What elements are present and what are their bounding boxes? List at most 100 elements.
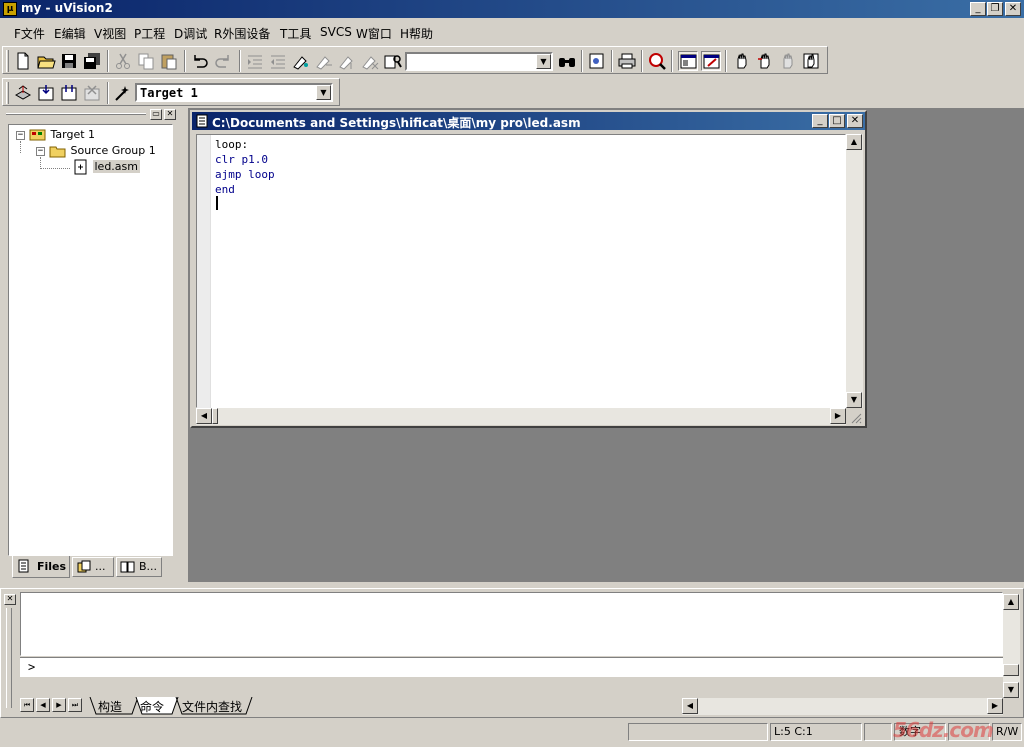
expand-toggle-group[interactable]: − [36,147,45,156]
scroll-thumb[interactable] [1003,664,1019,676]
dropdown-arrow-icon[interactable]: ▼ [536,54,551,69]
hand-button-1[interactable] [732,51,752,71]
undo-button[interactable] [190,51,210,71]
tree-target[interactable]: Target 1 [29,128,95,142]
tab-first-icon[interactable]: ⏮ [20,698,34,712]
target-options-button[interactable] [113,83,133,103]
editor-close-button[interactable]: ✕ [847,114,863,128]
build-target-button[interactable] [36,83,56,103]
output-close-icon[interactable]: ✕ [4,594,16,605]
workspace-icon [589,53,604,69]
menu-file[interactable]: F文件 [14,25,45,42]
menu-edit[interactable]: E编辑 [54,25,86,42]
cut-button[interactable] [113,51,133,71]
save-button[interactable] [59,51,79,71]
tree-source-group[interactable]: Source Group 1 [49,144,156,158]
menu-window[interactable]: W窗口 [356,25,392,42]
tab-next-icon[interactable]: ▶ [52,698,66,712]
scroll-thumb[interactable] [212,408,218,424]
manual-button[interactable] [647,51,667,71]
app-icon[interactable]: µ [3,2,17,16]
panel-grip[interactable]: ▭ ✕ [4,109,182,120]
code-editor[interactable]: loop: clr p1.0 ajmp loop end [196,134,846,409]
new-file-button[interactable] [13,51,33,71]
scroll-right-icon[interactable]: ▶ [987,698,1003,714]
scroll-down-icon[interactable]: ▼ [1003,682,1019,698]
copy-button[interactable] [136,51,156,71]
output-horizontal-scrollbar[interactable]: ◀ ▶ [682,698,1003,715]
translate-button[interactable] [13,83,33,103]
menu-svcs[interactable]: SVCS [320,25,352,39]
hand-button-4[interactable] [801,51,821,71]
bookmark-button[interactable] [291,51,311,71]
menu-debug[interactable]: D调试 [174,25,207,42]
output-window-toggle[interactable] [701,51,721,71]
stop-build-button[interactable] [82,83,102,103]
output-vertical-scrollbar[interactable]: ▲ ▼ [1003,594,1020,698]
indent-button[interactable] [245,51,265,71]
editor-title-bar[interactable]: C:\Documents and Settings\hificat\桌面\my … [192,112,865,130]
binoculars-icon [559,58,575,67]
tab-command[interactable]: 命令 [140,698,164,715]
editor-vertical-scrollbar[interactable]: ▲ ▼ [846,134,863,408]
tab-prev-icon[interactable]: ◀ [36,698,50,712]
project-window-toggle[interactable] [678,51,698,71]
files-tab-icon [18,559,29,573]
editor-maximize-button[interactable]: □ [829,114,845,128]
minimize-button[interactable]: _ [970,2,986,16]
find-button[interactable] [557,51,577,71]
output-text-area[interactable] [20,592,1003,656]
restore-button[interactable]: ❐ [987,2,1003,16]
panel-restore-icon[interactable]: ▭ [150,109,162,120]
tab-regs[interactable]: ... [72,557,114,577]
rebuild-all-button[interactable] [59,83,79,103]
output-grip[interactable] [6,608,12,708]
print-button[interactable] [617,51,637,71]
menu-view[interactable]: V视图 [94,25,126,42]
command-line[interactable]: > [20,657,1003,677]
dropdown-arrow-icon[interactable]: ▼ [316,85,331,100]
tab-last-icon[interactable]: ⏭ [68,698,82,712]
unindent-button[interactable] [268,51,288,71]
find-combo[interactable]: ▼ [405,52,553,71]
workspace-button[interactable] [587,51,607,71]
scroll-right-icon[interactable]: ▶ [830,408,846,424]
tab-books[interactable]: B... [116,557,162,577]
unindent-icon [271,55,285,69]
build-toolbar: Target 1 ▼ [2,78,340,106]
open-file-button[interactable] [36,51,56,71]
scroll-up-icon[interactable]: ▲ [1003,594,1019,610]
menu-project[interactable]: P工程 [134,25,165,42]
scroll-left-icon[interactable]: ◀ [196,408,212,424]
tree-file[interactable]: led.asm [73,159,140,175]
target-select[interactable]: Target 1 ▼ [135,83,333,102]
hand-button-2[interactable] [755,51,775,71]
clear-bookmarks-button[interactable] [360,51,380,71]
panel-close-icon[interactable]: ✕ [164,109,176,120]
save-all-button[interactable] [82,51,102,71]
scroll-left-icon[interactable]: ◀ [682,698,698,714]
menu-tools[interactable]: T工具 [280,25,311,42]
hand-button-3[interactable] [778,51,798,71]
project-tree[interactable]: − Target 1 − Source Group 1 led.asm [8,124,173,556]
tab-files[interactable]: Files [12,556,70,578]
tab-find-in-files[interactable]: 文件内查找 [182,698,242,715]
expand-toggle-target[interactable]: − [16,131,25,140]
scroll-down-icon[interactable]: ▼ [846,392,862,408]
toolbar-grip[interactable] [6,82,9,104]
size-grip-icon[interactable] [848,410,862,424]
next-bookmark-button[interactable] [314,51,334,71]
close-button[interactable]: ✕ [1005,2,1021,16]
find-in-files-button[interactable] [383,51,403,71]
menu-peripherals[interactable]: R外围设备 [214,25,270,42]
editor-minimize-button[interactable]: _ [812,114,828,128]
scroll-up-icon[interactable]: ▲ [846,134,862,150]
toolbar-grip[interactable] [6,50,9,72]
tab-build[interactable]: 构造 [98,698,122,715]
tree-target-label: Target 1 [50,128,96,141]
prev-bookmark-button[interactable] [337,51,357,71]
redo-button[interactable] [213,51,233,71]
paste-button[interactable] [159,51,179,71]
editor-horizontal-scrollbar[interactable]: ◀ ▶ [196,408,846,425]
menu-help[interactable]: H帮助 [400,25,433,42]
